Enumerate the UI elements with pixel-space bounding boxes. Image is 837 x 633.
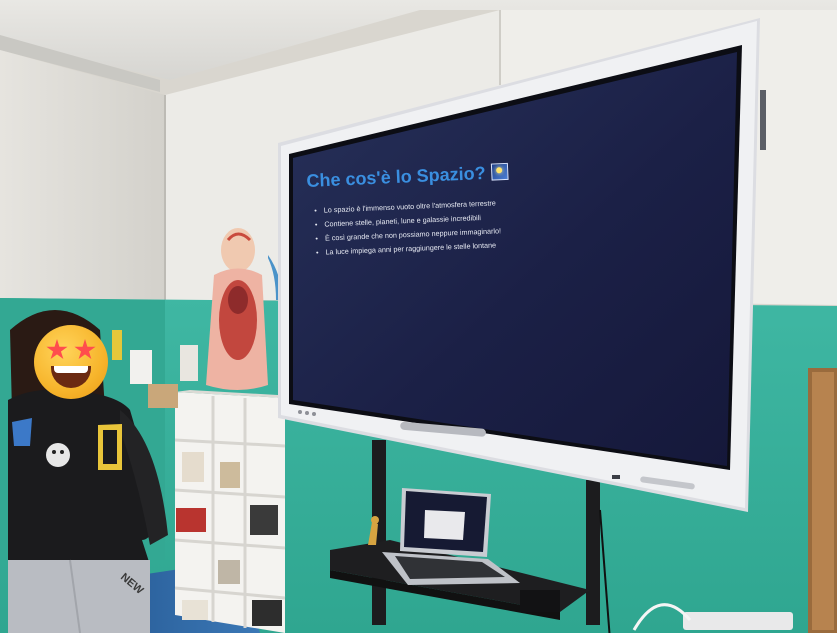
star-struck-emoji-icon	[34, 325, 108, 399]
slide-bullet-list: Lo spazio è l'immenso vuoto oltre l'atmo…	[314, 196, 502, 260]
room-background: NEW	[0, 0, 837, 633]
classroom-photo: NEW Che cos'è lo Spazio? Lo spazio è l'i…	[0, 0, 837, 633]
space-image-icon	[491, 162, 509, 181]
emoji-mouth	[51, 366, 91, 388]
star-eye-icon	[74, 339, 96, 360]
star-eye-icon	[46, 339, 68, 360]
